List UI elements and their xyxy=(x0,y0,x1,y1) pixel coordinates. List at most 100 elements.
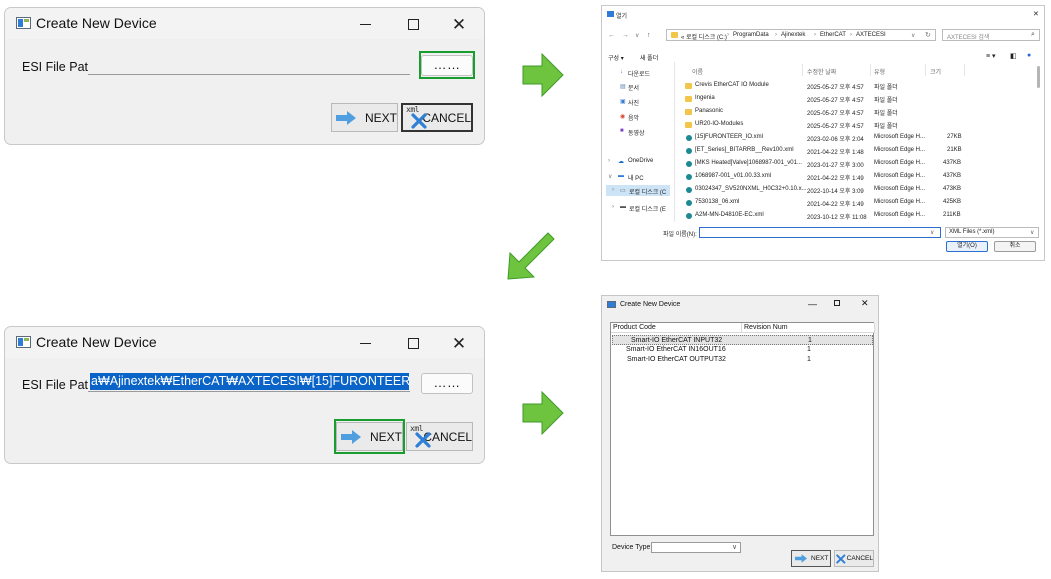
breadcrumb-0[interactable]: « 로컬 디스크 (C:) xyxy=(681,32,727,41)
minimize-button[interactable] xyxy=(342,330,388,356)
nav-item-music[interactable]: 음악 xyxy=(628,113,639,122)
document-icon: ▤ xyxy=(620,84,626,90)
nav-item-downloads[interactable]: 다운로드 xyxy=(628,69,650,78)
filename-dropdown-icon[interactable]: ∨ xyxy=(930,229,934,236)
nav-item-local-c-selected[interactable]: › ▭ 로컬 디스크 (C xyxy=(606,185,670,196)
address-bar[interactable]: « 로컬 디스크 (C:) › ProgramData › Ajinextek … xyxy=(666,29,936,41)
breadcrumb-2[interactable]: Ajinextek xyxy=(781,32,805,38)
edge-file-icon xyxy=(686,161,692,167)
device-next-button[interactable]: NEXT xyxy=(791,550,831,567)
device-cancel-button[interactable]: CANCEL xyxy=(834,550,874,567)
xml-cancel-icon: xml xyxy=(409,424,431,449)
maximize-button[interactable] xyxy=(390,330,436,356)
help-icon[interactable]: ● xyxy=(1027,52,1031,59)
flow-arrow-down-left-icon xyxy=(507,232,555,280)
esi-file-path-field[interactable] xyxy=(88,55,410,75)
edge-file-icon xyxy=(686,135,692,141)
music-icon: ◉ xyxy=(620,114,626,120)
esi-file-path-value: a₩Ajinextek₩EtherCAT₩AXTECESI₩[15]FURONT… xyxy=(90,373,409,390)
edge-file-icon xyxy=(686,148,692,154)
next-button[interactable]: NEXT xyxy=(331,103,398,132)
recent-dropdown-icon[interactable]: ∨ xyxy=(635,32,639,39)
minimize-icon xyxy=(359,23,371,25)
filetype-select[interactable]: XML Files (*.xml) ∨ xyxy=(945,227,1039,238)
minimize-icon xyxy=(359,342,371,344)
device-list: Product Code Revision Num Smart-IO Ether… xyxy=(610,322,875,536)
edge-file-icon xyxy=(686,187,692,193)
device-dialog-title: Create New Device xyxy=(620,301,681,308)
folder-icon xyxy=(685,83,692,89)
col-revision-num[interactable]: Revision Num xyxy=(742,323,875,333)
nav-item-videos[interactable]: 동영상 xyxy=(628,128,645,137)
device-row[interactable]: Smart-IO EtherCAT OUTPUT32 1 xyxy=(612,355,873,365)
breadcrumb-1[interactable]: ProgramData xyxy=(733,32,769,38)
back-icon[interactable]: ← xyxy=(608,32,615,39)
up-icon[interactable]: ↑ xyxy=(647,32,651,39)
app-icon xyxy=(16,336,31,348)
highlight-next xyxy=(334,419,405,454)
close-icon[interactable]: ✕ xyxy=(861,298,869,309)
col-product-code[interactable]: Product Code xyxy=(611,323,742,333)
address-dropdown-icon[interactable]: ∨ xyxy=(911,32,915,39)
file-list-scrollbar[interactable] xyxy=(1037,66,1040,88)
nav-item-pictures[interactable]: 사진 xyxy=(628,98,639,107)
cancel-button[interactable]: xml CANCEL xyxy=(406,422,473,451)
dialog-title: Create New Device xyxy=(36,15,157,31)
nav-item-local-e[interactable]: 로컬 디스크 (E xyxy=(629,204,666,213)
cancel-button[interactable]: xml CANCEL xyxy=(401,103,473,132)
device-type-dropdown-icon: ∨ xyxy=(732,544,738,551)
open-file-dialog: 열기 ✕ ← → ∨ ↑ « 로컬 디스크 (C:) › ProgramData… xyxy=(601,5,1045,261)
xml-cancel-icon xyxy=(836,553,846,564)
maximize-button[interactable] xyxy=(390,11,436,37)
folder-icon xyxy=(671,32,678,38)
nav-item-documents[interactable]: 문서 xyxy=(628,83,639,92)
app-icon xyxy=(607,301,616,308)
create-device-dialog-step1: Create New Device ✕ ESI File Path …… NEX… xyxy=(4,7,485,145)
minimize-button[interactable] xyxy=(342,11,388,37)
breadcrumb-3[interactable]: EtherCAT xyxy=(820,32,846,38)
new-folder-button[interactable]: 새 폴더 xyxy=(640,53,658,62)
browse-button[interactable]: …… xyxy=(421,373,473,394)
col-size[interactable]: 크기 xyxy=(930,67,941,76)
title-bar: Create New Device ✕ xyxy=(5,8,484,39)
search-icon: ⌕ xyxy=(1031,31,1035,38)
col-type[interactable]: 유형 xyxy=(874,67,885,76)
download-icon: ↓ xyxy=(620,69,623,75)
col-name[interactable]: 이름 xyxy=(692,67,703,76)
preview-pane-icon[interactable]: ◧ xyxy=(1010,52,1017,60)
esi-file-path-field[interactable]: a₩Ajinextek₩EtherCAT₩AXTECESI₩[15]FURONT… xyxy=(88,372,410,392)
filename-label: 파일 이름(N): xyxy=(663,232,697,238)
filename-input[interactable]: ∨ xyxy=(699,227,941,238)
nav-item-this-pc[interactable]: 내 PC xyxy=(628,173,644,182)
organize-menu[interactable]: 구성 ▾ xyxy=(608,53,624,62)
close-button[interactable]: ✕ xyxy=(436,330,482,356)
device-row[interactable]: Smart-IO EtherCAT IN16OUT16 1 xyxy=(612,345,873,355)
close-button[interactable]: ✕ xyxy=(436,11,482,37)
forward-icon[interactable]: → xyxy=(622,32,629,39)
view-options-icon[interactable]: ≡ ▾ xyxy=(986,52,996,60)
device-type-label: Device Type xyxy=(612,544,651,551)
filetype-dropdown-icon: ∨ xyxy=(1030,230,1035,236)
nav-item-local-c: 로컬 디스크 (C xyxy=(629,190,667,196)
device-type-select[interactable]: ∨ xyxy=(651,542,741,553)
maximize-icon xyxy=(407,18,419,30)
open-cancel-button[interactable]: 취소 xyxy=(994,241,1036,252)
open-dialog-close-icon[interactable]: ✕ xyxy=(1033,10,1039,18)
highlight-browse xyxy=(419,51,475,79)
drive-e-icon: ▬ xyxy=(620,204,626,210)
open-button[interactable]: 열기(O) xyxy=(946,241,988,252)
onedrive-icon: ☁ xyxy=(618,159,624,165)
minimize-icon[interactable]: — xyxy=(808,299,817,309)
device-row[interactable]: Smart-IO EtherCAT INPUT32 1 xyxy=(612,335,873,345)
col-date[interactable]: 수정한 날짜 xyxy=(807,67,836,76)
search-box[interactable]: AXTECESI 검색 ⌕ xyxy=(942,29,1040,41)
nav-item-onedrive[interactable]: OneDrive xyxy=(628,158,653,164)
edge-file-icon xyxy=(686,213,692,219)
maximize-icon[interactable] xyxy=(834,300,840,306)
title-bar: Create New Device ✕ xyxy=(5,327,484,358)
breadcrumb-4[interactable]: AXTECESI xyxy=(856,32,886,38)
folder-icon xyxy=(685,109,692,115)
refresh-icon[interactable]: ↻ xyxy=(925,31,931,39)
close-icon: ✕ xyxy=(451,14,467,34)
dialog-title: Create New Device xyxy=(36,334,157,350)
